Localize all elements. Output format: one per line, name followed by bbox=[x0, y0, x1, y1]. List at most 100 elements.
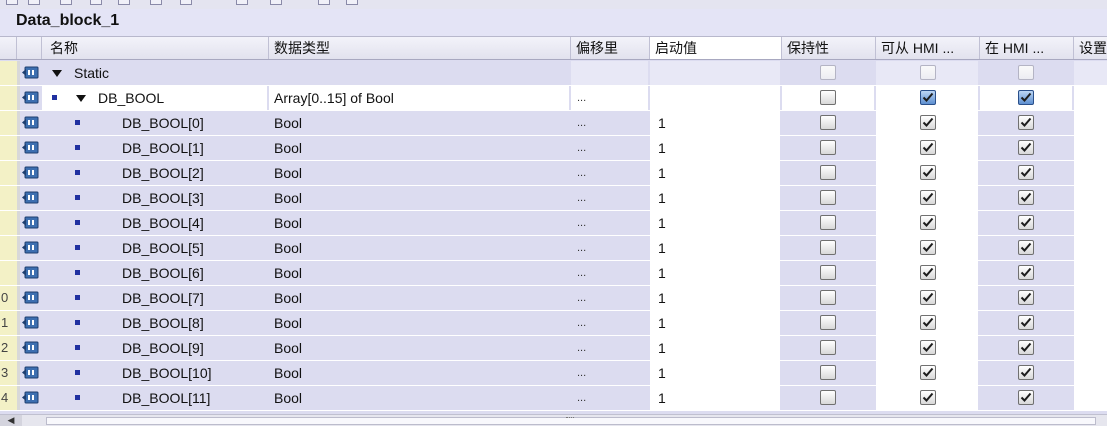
start-value-cell[interactable]: 1 bbox=[650, 336, 780, 360]
name-cell[interactable]: DB_BOOL[4] bbox=[42, 211, 267, 235]
hmi-accessible-checkbox[interactable] bbox=[920, 215, 936, 230]
name-cell[interactable]: DB_BOOL[7] bbox=[42, 286, 267, 310]
datatype-cell[interactable]: Bool bbox=[269, 261, 569, 285]
scroll-left-arrow-icon[interactable]: ◀ bbox=[0, 415, 22, 426]
offset-cell[interactable]: ... bbox=[571, 186, 648, 210]
start-value-cell[interactable]: 1 bbox=[650, 261, 780, 285]
toolbar-icon[interactable] bbox=[90, 0, 102, 5]
datatype-cell[interactable]: Bool bbox=[269, 211, 569, 235]
hmi-accessible-checkbox[interactable] bbox=[920, 90, 936, 105]
retain-checkbox[interactable] bbox=[820, 90, 836, 105]
setpoint-cell[interactable] bbox=[1074, 286, 1107, 310]
hmi-visible-checkbox[interactable] bbox=[1018, 265, 1034, 280]
setpoint-cell[interactable] bbox=[1074, 361, 1107, 385]
header-hmi-accessible[interactable]: 可从 HMI ... bbox=[876, 37, 980, 59]
toolbar-icon[interactable] bbox=[60, 0, 72, 5]
hmi-accessible-checkbox[interactable] bbox=[920, 190, 936, 205]
offset-cell[interactable]: ... bbox=[571, 386, 648, 410]
table-row[interactable]: DB_BOOL[2] Bool... 1 bbox=[0, 161, 1107, 186]
setpoint-cell[interactable] bbox=[1074, 261, 1107, 285]
hmi-accessible-checkbox[interactable] bbox=[920, 315, 936, 330]
setpoint-cell[interactable] bbox=[1074, 111, 1107, 135]
datatype-cell[interactable]: Bool bbox=[269, 336, 569, 360]
offset-cell[interactable]: ... bbox=[571, 261, 648, 285]
name-cell[interactable]: DB_BOOL[8] bbox=[42, 311, 267, 335]
name-cell[interactable]: DB_BOOL[6] bbox=[42, 261, 267, 285]
datatype-cell[interactable]: Bool bbox=[269, 136, 569, 160]
toolbar-icon[interactable] bbox=[236, 0, 248, 5]
retain-checkbox[interactable] bbox=[820, 115, 836, 130]
start-value-cell[interactable]: 1 bbox=[650, 161, 780, 185]
header-datatype[interactable]: 数据类型 bbox=[269, 37, 571, 59]
hmi-visible-checkbox[interactable] bbox=[1018, 65, 1034, 80]
expand-arrow-icon[interactable] bbox=[76, 95, 86, 102]
hmi-visible-checkbox[interactable] bbox=[1018, 165, 1034, 180]
header-setpoint[interactable]: 设置 bbox=[1074, 37, 1107, 59]
retain-checkbox[interactable] bbox=[820, 340, 836, 355]
setpoint-cell[interactable] bbox=[1074, 211, 1107, 235]
name-cell[interactable]: Static bbox=[42, 61, 267, 85]
offset-cell[interactable]: ... bbox=[571, 336, 648, 360]
setpoint-cell[interactable] bbox=[1074, 386, 1107, 410]
header-name[interactable]: 名称 bbox=[42, 37, 269, 59]
start-value-cell[interactable] bbox=[650, 61, 780, 85]
name-cell[interactable]: DB_BOOL[11] bbox=[42, 386, 267, 410]
toolbar-icon[interactable] bbox=[346, 0, 358, 5]
datatype-cell[interactable] bbox=[269, 61, 569, 85]
table-row[interactable]: DB_BOOL[3] Bool... 1 bbox=[0, 186, 1107, 211]
start-value-cell[interactable]: 1 bbox=[650, 361, 780, 385]
hmi-accessible-checkbox[interactable] bbox=[920, 140, 936, 155]
hmi-visible-checkbox[interactable] bbox=[1018, 340, 1034, 355]
name-cell[interactable]: DB_BOOL[3] bbox=[42, 186, 267, 210]
hmi-visible-checkbox[interactable] bbox=[1018, 365, 1034, 380]
retain-checkbox[interactable] bbox=[820, 215, 836, 230]
retain-checkbox[interactable] bbox=[820, 140, 836, 155]
name-cell[interactable]: DB_BOOL[5] bbox=[42, 236, 267, 260]
hmi-visible-checkbox[interactable] bbox=[1018, 115, 1034, 130]
toolbar-icon[interactable] bbox=[318, 0, 330, 5]
retain-checkbox[interactable] bbox=[820, 315, 836, 330]
start-value-cell[interactable]: 1 bbox=[650, 111, 780, 135]
name-cell[interactable]: DB_BOOL[9] bbox=[42, 336, 267, 360]
offset-cell[interactable]: ... bbox=[571, 286, 648, 310]
header-hmi-visible[interactable]: 在 HMI ... bbox=[980, 37, 1074, 59]
name-cell[interactable]: DB_BOOL[1] bbox=[42, 136, 267, 160]
name-cell[interactable]: DB_BOOL[10] bbox=[42, 361, 267, 385]
toolbar-icon[interactable] bbox=[270, 0, 282, 5]
table-row[interactable]: Static bbox=[0, 61, 1107, 86]
hmi-visible-checkbox[interactable] bbox=[1018, 290, 1034, 305]
hmi-accessible-checkbox[interactable] bbox=[920, 65, 936, 80]
hmi-visible-checkbox[interactable] bbox=[1018, 215, 1034, 230]
datatype-cell[interactable]: Bool bbox=[269, 161, 569, 185]
header-start-value[interactable]: 启动值 bbox=[650, 37, 782, 59]
hmi-accessible-checkbox[interactable] bbox=[920, 340, 936, 355]
retain-checkbox[interactable] bbox=[820, 365, 836, 380]
hmi-accessible-checkbox[interactable] bbox=[920, 365, 936, 380]
datatype-cell[interactable]: Array[0..15] of Bool bbox=[269, 86, 569, 110]
retain-checkbox[interactable] bbox=[820, 390, 836, 405]
hmi-visible-checkbox[interactable] bbox=[1018, 190, 1034, 205]
hmi-accessible-checkbox[interactable] bbox=[920, 390, 936, 405]
name-cell[interactable]: DB_BOOL[2] bbox=[42, 161, 267, 185]
offset-cell[interactable]: ... bbox=[571, 311, 648, 335]
offset-cell[interactable]: ... bbox=[571, 211, 648, 235]
hmi-accessible-checkbox[interactable] bbox=[920, 240, 936, 255]
retain-checkbox[interactable] bbox=[820, 240, 836, 255]
toolbar-icon[interactable] bbox=[150, 0, 162, 5]
offset-cell[interactable]: ... bbox=[571, 136, 648, 160]
toolbar-icon[interactable] bbox=[28, 0, 40, 5]
table-row[interactable]: DB_BOOL[4] Bool... 1 bbox=[0, 211, 1107, 236]
table-row[interactable]: DB_BOOL[1] Bool... 1 bbox=[0, 136, 1107, 161]
table-row[interactable]: 1 DB_BOOL[8] Bool... 1 bbox=[0, 311, 1107, 336]
table-row[interactable]: 2 DB_BOOL[9] Bool... 1 bbox=[0, 336, 1107, 361]
expand-arrow-icon[interactable] bbox=[52, 70, 62, 77]
start-value-cell[interactable]: 1 bbox=[650, 286, 780, 310]
table-row[interactable]: DB_BOOL Array[0..15] of Bool... bbox=[0, 86, 1107, 111]
offset-cell[interactable]: ... bbox=[571, 111, 648, 135]
horizontal-scrollbar[interactable]: ◀ bbox=[0, 414, 1107, 426]
retain-checkbox[interactable] bbox=[820, 65, 836, 80]
datatype-cell[interactable]: Bool bbox=[269, 186, 569, 210]
hmi-accessible-checkbox[interactable] bbox=[920, 115, 936, 130]
datatype-cell[interactable]: Bool bbox=[269, 236, 569, 260]
name-cell[interactable]: DB_BOOL bbox=[42, 86, 267, 110]
